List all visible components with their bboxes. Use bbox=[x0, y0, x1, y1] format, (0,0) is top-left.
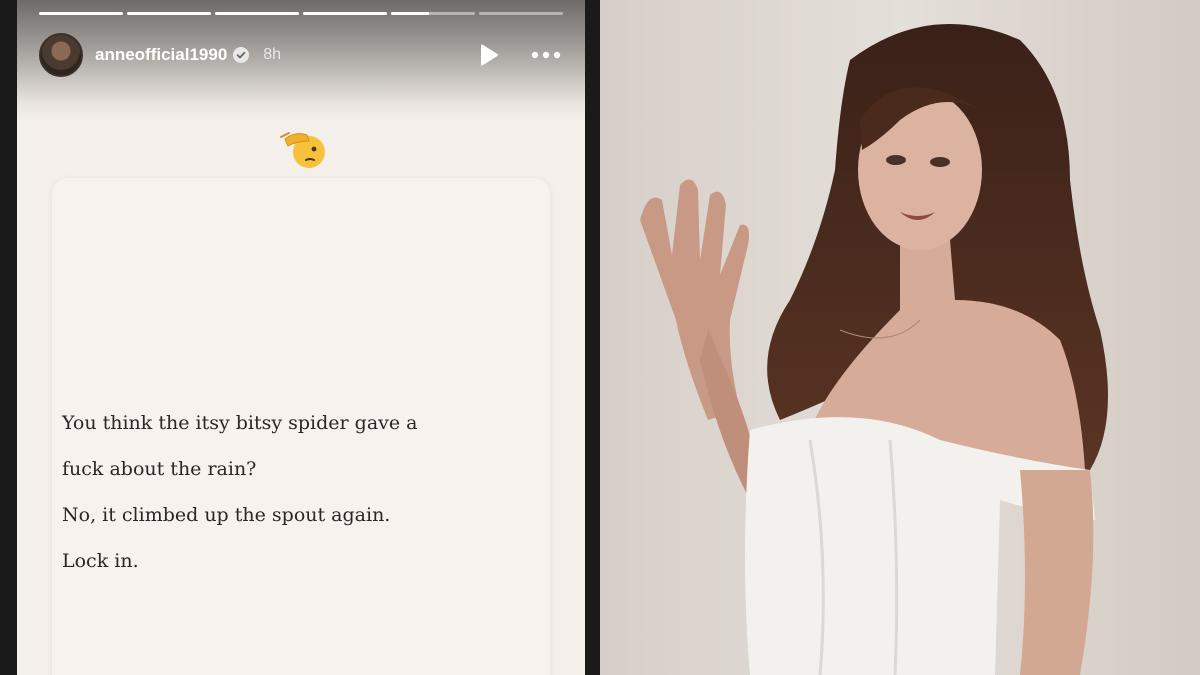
story-panel: anneofficial1990 8h You think the itsy b… bbox=[0, 0, 600, 675]
progress-segment bbox=[215, 12, 299, 15]
avatar[interactable] bbox=[39, 33, 83, 77]
progress-segment-fill bbox=[215, 12, 299, 15]
story-frame[interactable]: anneofficial1990 8h You think the itsy b… bbox=[17, 0, 585, 675]
portrait-illustration bbox=[600, 0, 1200, 675]
quote-text: You think the itsy bitsy spider gave a f… bbox=[62, 400, 502, 584]
progress-segment-fill bbox=[303, 12, 387, 15]
story-progress-bar bbox=[39, 12, 563, 15]
story-timestamp: 8h bbox=[263, 46, 282, 63]
username[interactable]: anneofficial1990 bbox=[95, 45, 227, 65]
play-button[interactable] bbox=[475, 41, 503, 69]
progress-segment bbox=[39, 12, 123, 15]
quote-line: No, it climbed up the spout again. bbox=[62, 504, 391, 526]
progress-segment bbox=[127, 12, 211, 15]
quote-line: fuck about the rain? bbox=[62, 458, 257, 480]
progress-segment bbox=[303, 12, 387, 15]
progress-segment-fill bbox=[391, 12, 429, 15]
progress-segment-fill bbox=[127, 12, 211, 15]
portrait-photo bbox=[600, 0, 1200, 675]
quote-line: You think the itsy bitsy spider gave a bbox=[62, 412, 418, 434]
verified-check-icon bbox=[233, 47, 250, 63]
progress-segment bbox=[391, 12, 475, 15]
progress-segment-fill bbox=[39, 12, 123, 15]
more-dots-icon bbox=[531, 51, 561, 59]
saluting-face-emoji bbox=[279, 125, 329, 173]
quote-line: Lock in. bbox=[62, 550, 139, 572]
play-icon bbox=[481, 44, 498, 66]
story-header: anneofficial1990 8h bbox=[39, 33, 563, 77]
progress-segment bbox=[479, 12, 563, 15]
more-options-button[interactable] bbox=[529, 41, 563, 69]
